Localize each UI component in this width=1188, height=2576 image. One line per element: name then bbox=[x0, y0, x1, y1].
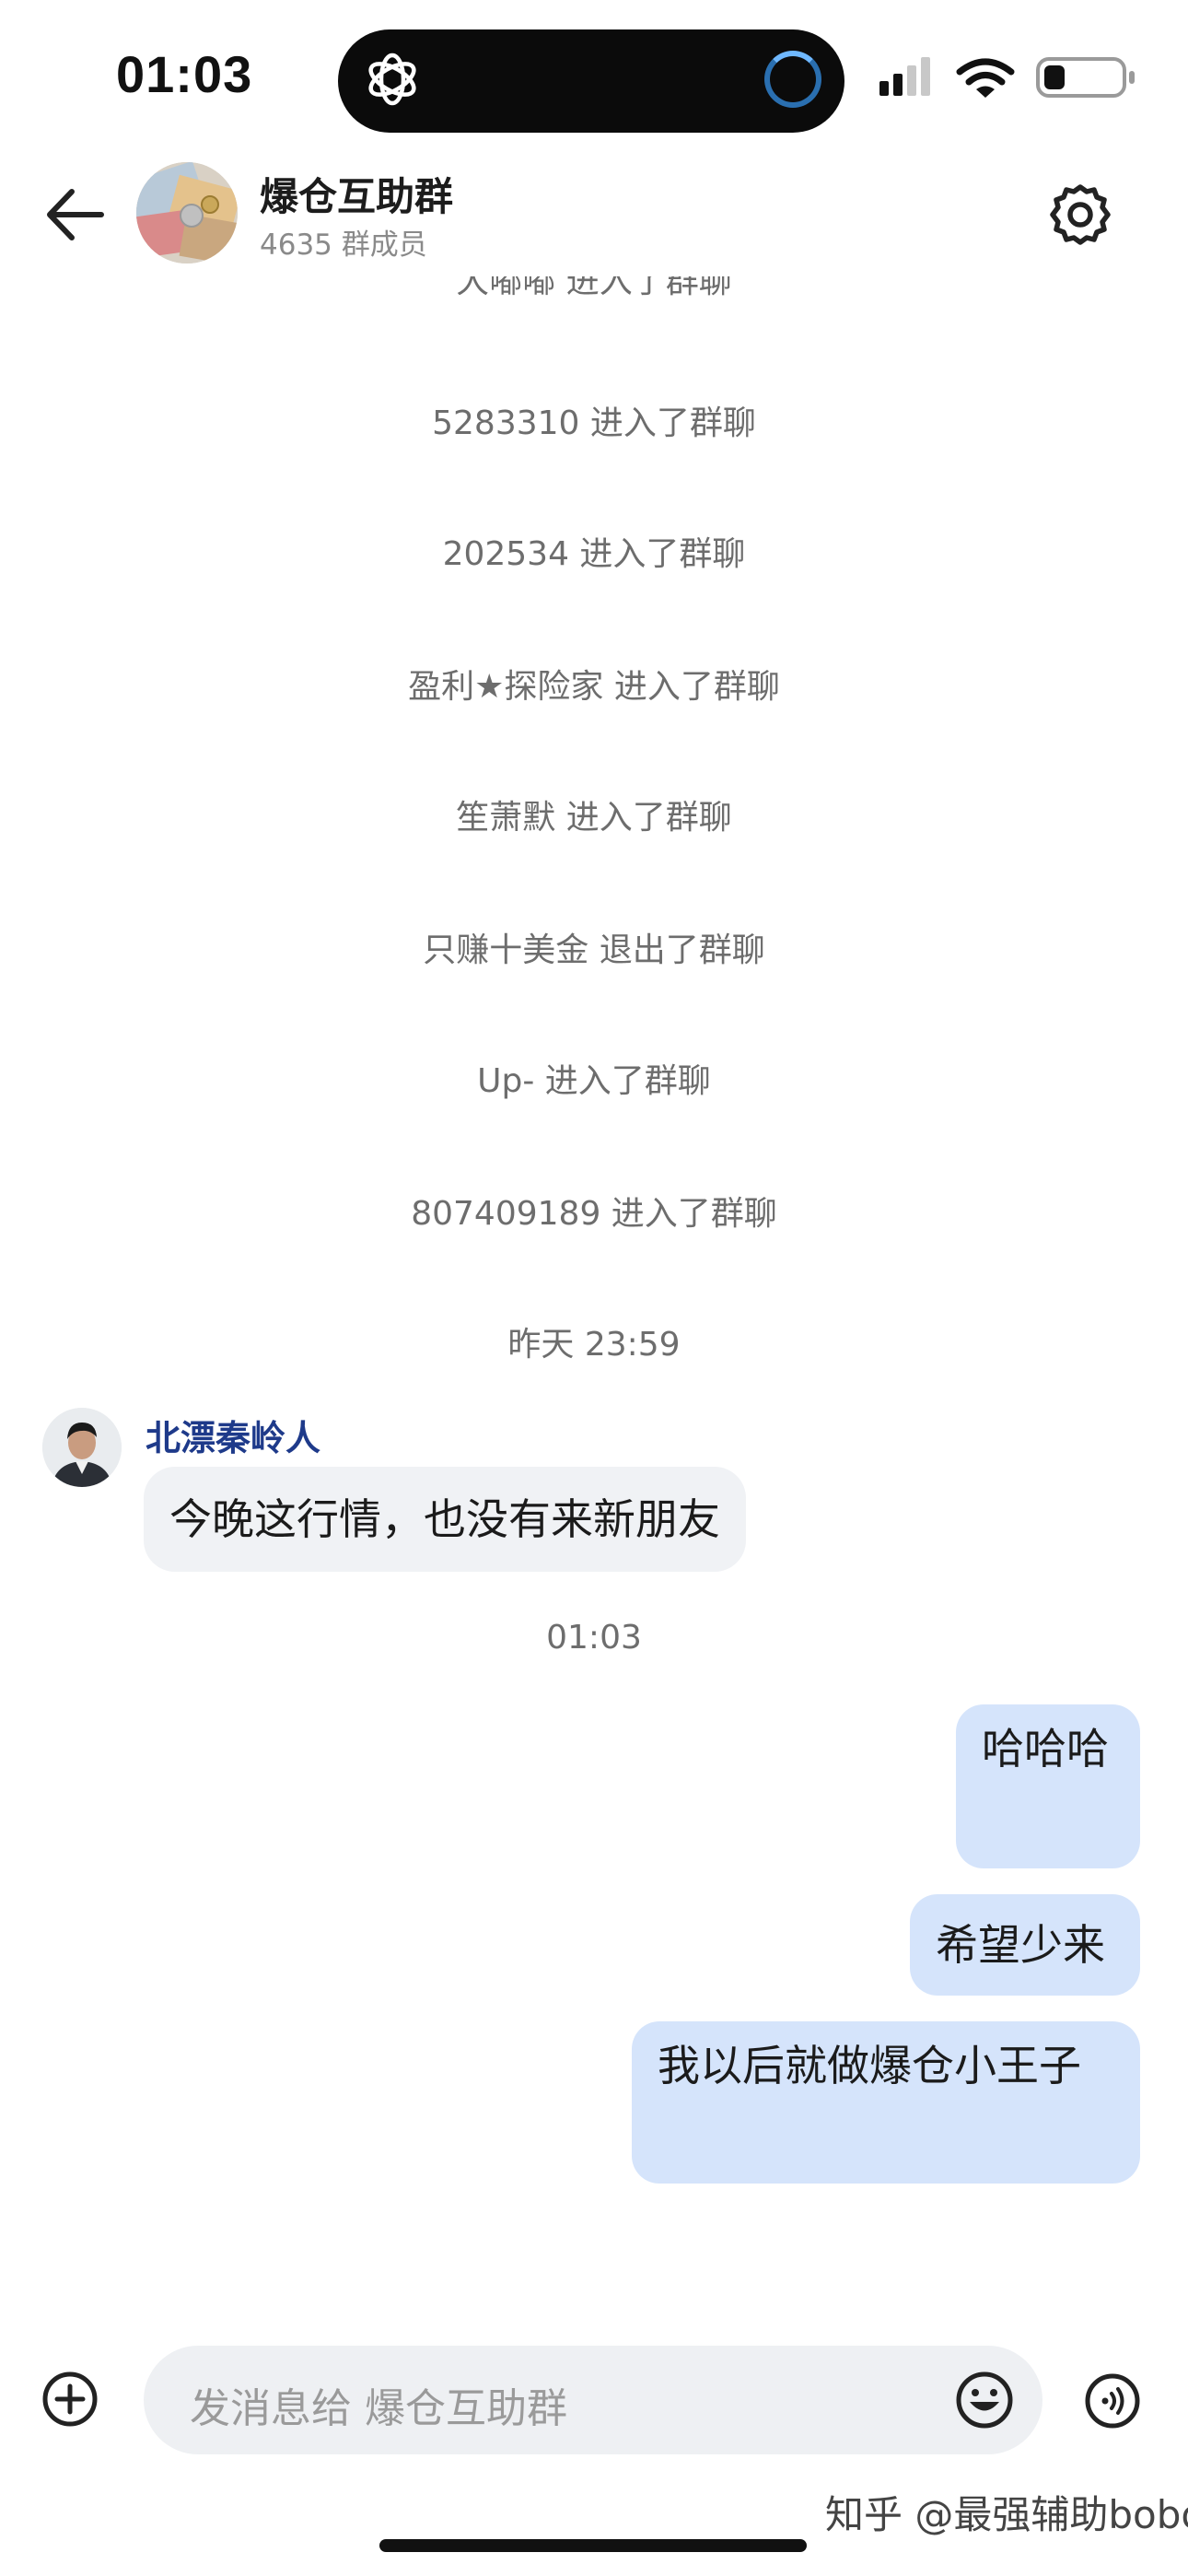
system-message: 5283310 进入了群聊 bbox=[432, 404, 756, 442]
system-message: 只赚十美金 退出了群聊 bbox=[423, 931, 765, 969]
system-message: 807409189 进入了群聊 bbox=[411, 1195, 777, 1233]
wifi-icon bbox=[956, 58, 1015, 98]
battery-icon bbox=[1036, 57, 1135, 98]
home-indicator[interactable] bbox=[379, 2539, 807, 2552]
smiley-icon[interactable] bbox=[954, 2370, 1015, 2434]
chatgpt-logo-icon bbox=[361, 48, 424, 114]
member-count[interactable]: 4635 群成员 bbox=[260, 221, 427, 263]
system-message: 盈利★探险家 进入了群聊 bbox=[408, 668, 780, 706]
outgoing-message-bubble[interactable]: 希望少来 bbox=[910, 1894, 1140, 1996]
avatar[interactable] bbox=[42, 1408, 122, 1487]
system-message: Up- 进入了群聊 bbox=[477, 1062, 711, 1100]
status-bar-time: 01:03 bbox=[116, 45, 253, 103]
timestamp: 昨天 23:59 bbox=[507, 1326, 681, 1364]
outgoing-message-bubble[interactable]: 我以后就做爆仓小王子 bbox=[632, 2021, 1140, 2184]
voice-icon[interactable] bbox=[1083, 2371, 1142, 2434]
system-message: 202534 进入了群聊 bbox=[442, 535, 746, 573]
sender-name[interactable]: 北漂秦岭人 bbox=[146, 1410, 320, 1460]
watermark: 知乎 @最强辅助bobo bbox=[825, 2492, 1188, 2537]
back-arrow-icon[interactable] bbox=[44, 184, 109, 249]
system-message: 笙萧默 进入了群聊 bbox=[456, 799, 732, 837]
system-message: 大嘟嘟 进入了群聊 bbox=[456, 276, 732, 300]
timestamp: 01:03 bbox=[546, 1619, 642, 1657]
system-message-clipped: 大嘟嘟 进入了群聊 bbox=[0, 276, 1188, 313]
group-avatar[interactable] bbox=[136, 162, 238, 263]
plus-circle-icon[interactable] bbox=[41, 2370, 99, 2432]
outgoing-message-bubble[interactable]: 哈哈哈 bbox=[956, 1704, 1140, 1868]
cellular-signal-icon bbox=[879, 57, 930, 96]
gear-icon[interactable] bbox=[1048, 182, 1112, 251]
status-icons bbox=[879, 53, 1156, 112]
activity-spinner-icon bbox=[764, 51, 821, 108]
group-title: 爆仓互助群 bbox=[260, 175, 454, 218]
incoming-message-bubble[interactable]: 今晚这行情，也没有来新朋友 bbox=[144, 1467, 746, 1572]
message-input-placeholder[interactable]: 发消息给 爆仓互助群 bbox=[190, 2375, 567, 2434]
